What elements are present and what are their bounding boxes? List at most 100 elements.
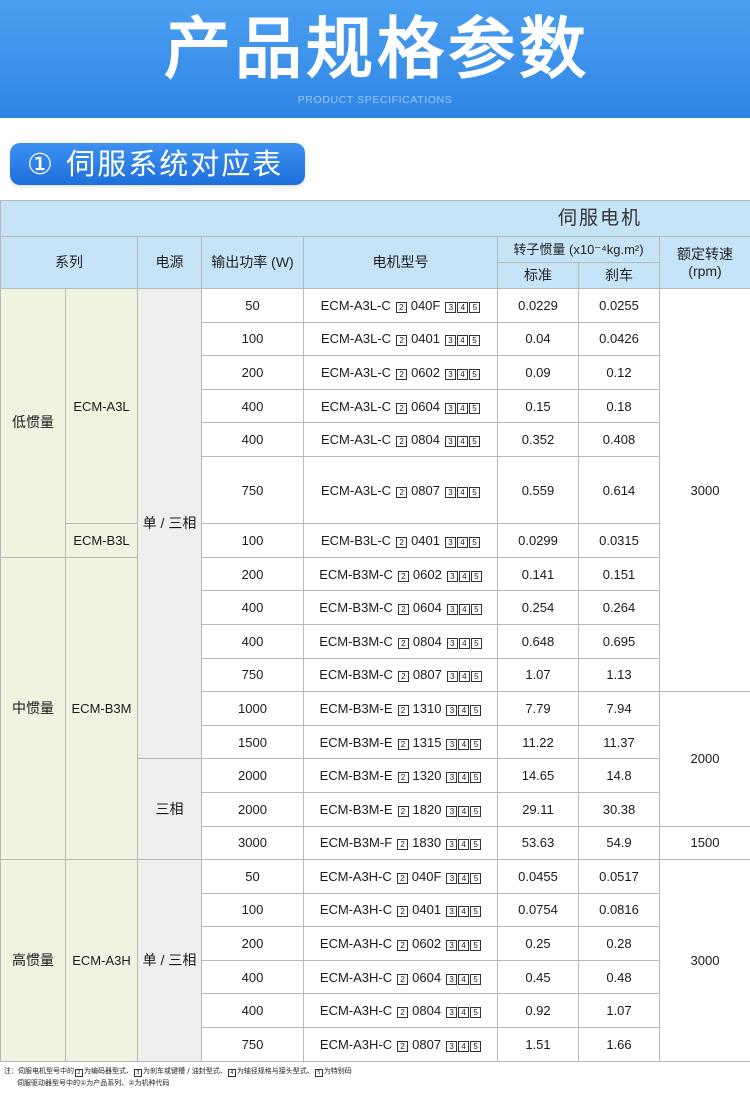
header-standard: 标准 [497,262,579,289]
model-slot-box: 5 [469,402,480,414]
model-slot-box: 2 [395,301,407,313]
cell-inertia-class: 高惯量 [0,859,66,1062]
cell-output-power: 200 [201,926,304,961]
cell-inertia-standard: 0.25 [497,926,579,961]
model-slot-box: 2 [397,839,409,851]
model-slot-box: 3 [446,637,458,649]
table-row: 中惯量 ECM-B3M 200 ECM-B3M-C 2 0602 3 4 5 0.141 0.151 [0,556,750,861]
model-prefix: ECM-A3L-C [321,331,392,347]
cell-inertia-brake: 0.0517 [578,859,660,894]
model-slot-box: 4 [457,436,468,448]
model-code: 0807 [411,482,440,498]
model-slot-box: 4 [458,805,470,817]
cell-inertia-brake: 0.12 [578,355,660,390]
model-prefix: ECM-A3H-C [319,1036,393,1052]
footnote-slot-box: 4 [227,1069,236,1077]
model-suffix-slots: 345 [444,331,480,347]
model-code: 0602 [411,364,440,380]
cell-inertia-standard: 0.0754 [497,892,579,928]
cell-inertia-brake: 0.28 [578,926,660,961]
header-motor-model: 电机型号 [303,236,498,289]
model-suffix-slots: 345 [446,567,482,582]
model-prefix: ECM-A3H-C [319,902,393,918]
footnotes: 注：伺服电机型号中的 2 为编码器型式、 3 为刹车或键槽 / 油封型式、 4 为轴径规格与… [4,1065,744,1089]
model-slot-box: 4 [457,301,469,313]
cell-motor-model: ECM-B3M-F 2 1830 3 4 5 [303,825,498,861]
model-slot-box: 4 [458,604,470,616]
cell-inertia-brake: 0.408 [578,422,660,457]
model-slot-box: 2 [396,368,408,380]
model-slot-box: 5 [470,940,482,952]
model-slot-box: 4 [458,671,470,683]
cell-rated-speed: 3000 [658,287,750,693]
model-slot-box: 2 [396,436,408,448]
model-slot-box: 2 [397,1007,409,1019]
cell-motor-model: ECM-B3M-C 2 0604 3 4 5 [303,590,498,625]
header-series: 系列 [0,236,138,289]
model-slot-box: 4 [458,772,470,784]
model-slot-box: 4 [458,704,470,716]
cell-inertia-standard: 14.65 [497,758,579,793]
cell-inertia-brake: 1.07 [578,993,660,1029]
header-rated-speed: 额定转速 (rpm) [658,236,750,289]
model-prefix: ECM-A3H-C [319,1003,393,1019]
cell-rated-speed: 3000 [658,859,750,1062]
model-slot-box: 5 [470,604,482,616]
model-slot-box: 5 [470,637,482,649]
model-prefix: ECM-B3M-E [319,801,393,817]
cell-motor-model: ECM-A3H-C 2 0807 3 4 5 [303,1027,498,1062]
model-slot-box: 5 [470,772,482,784]
model-prefix: ECM-A3L-C [320,297,391,313]
footnote-slot-box: 2 [75,1069,83,1077]
cell-inertia-brake: 0.18 [578,388,660,424]
cell-inertia-standard: 0.254 [497,590,579,625]
model-code: 0604 [412,600,442,616]
model-slot-box: 3 [446,671,458,683]
table-row: 高惯量 ECM-A3H 单 / 三相 50 ECM-A3H-C 2 040F 3 4 5 0.045… [0,859,750,1062]
cell-inertia-brake: 0.0816 [578,892,660,928]
model-suffix-slots: 345 [445,970,482,985]
cell-motor-model: ECM-B3M-C 2 0602 3 4 5 [303,556,498,592]
cell-power-supply: 三相 [137,758,202,861]
model-slot-box: 3 [445,368,456,380]
model-slot-box: 2 [397,906,409,918]
cell-inertia-brake: 54.9 [578,825,660,861]
footnote-slot-text: 为编码器型式、 [84,1067,133,1075]
cell-motor-model: ECM-A3H-C 2 0602 3 4 5 [303,926,498,961]
model-slot-box: 5 [470,805,482,817]
cell-power-supply: 单 / 三相 [137,859,202,1062]
model-slot-box: 4 [457,536,468,548]
model-prefix: ECM-A3L-C [321,432,392,448]
model-suffix-slots: 345 [445,902,482,918]
cell-output-power: 400 [201,388,304,424]
model-slot-box: 3 [446,570,458,582]
model-suffix-slots: 345 [444,365,480,380]
model-suffix-slots: 345 [444,533,480,548]
cell-inertia-standard: 1.51 [497,1027,579,1062]
cell-inertia-brake: 0.695 [578,623,660,659]
cell-inertia-brake: 0.0315 [578,523,660,558]
cell-inertia-standard: 0.141 [497,556,579,592]
model-slot-box: 5 [469,368,480,380]
spec-table: 伺服电机 系列 电源 输出功率 (W) 电机型号 转子惯量 (x10⁻⁴kg.m… [0,200,750,1062]
model-code: 1320 [412,768,442,784]
cell-output-power: 750 [201,455,304,525]
cell-motor-model: ECM-A3L-C 2 0807 3 4 5 [303,455,498,525]
model-slot-box: 5 [470,570,482,582]
cell-motor-model: ECM-B3M-C 2 0807 3 4 5 [303,657,498,693]
model-slot-box: 5 [469,335,480,347]
model-prefix: ECM-A3H-C [319,868,392,884]
model-prefix: ECM-B3M-F [319,835,393,851]
header-banner: 产品规格参数 PRODUCT SPECIFICATIONS [0,0,750,118]
model-slot-box: 4 [458,570,470,582]
cell-output-power: 2000 [201,791,304,827]
footnote-slot-text: 为特别码 [323,1067,352,1075]
cell-output-power: 3000 [201,825,304,861]
model-code: 0602 [412,936,442,952]
model-slot-box: 3 [446,872,458,884]
footnote-slot-text: 为轴径规格与接头型式、 [236,1067,314,1075]
cell-motor-model: ECM-A3H-C 2 0604 3 4 5 [303,959,498,995]
cell-inertia-brake: 0.264 [578,590,660,625]
model-slot-box: 4 [457,368,468,380]
model-slot-box: 2 [397,570,409,582]
